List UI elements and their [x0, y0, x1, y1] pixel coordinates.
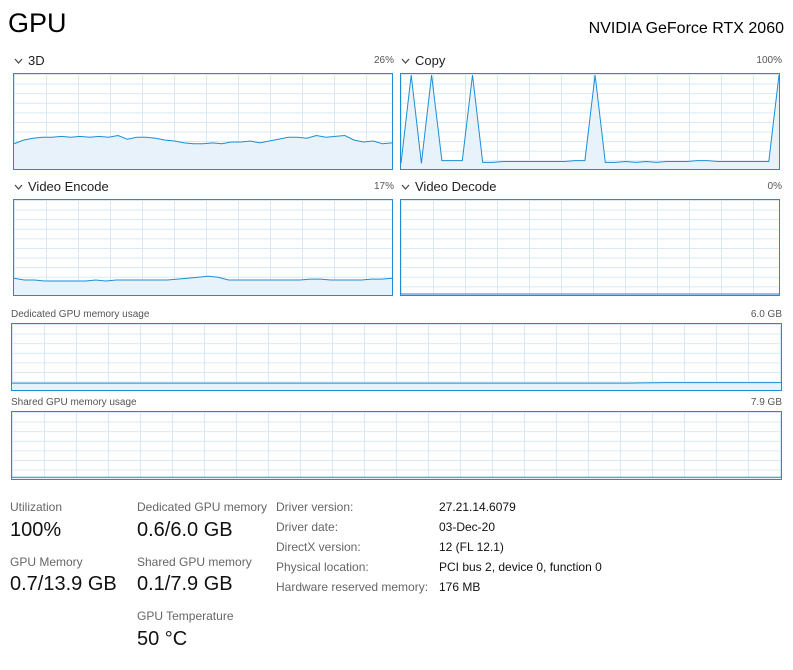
- engine-percent: 26%: [373, 55, 394, 66]
- shared-memory-label: Shared GPU memory: [137, 555, 252, 569]
- utilization-label: Utilization: [10, 500, 63, 514]
- series-area: [14, 135, 392, 169]
- engine-label: Video Decode: [415, 179, 497, 194]
- utilization-value: 100%: [10, 519, 62, 541]
- driver-version-label: Driver version:: [276, 500, 354, 514]
- engine-selector-video-decode[interactable]: Video Decode: [401, 179, 496, 194]
- directx-version-label: DirectX version:: [276, 540, 361, 554]
- chevron-down-icon: [401, 58, 410, 64]
- dedicated-memory-graph-label: Dedicated GPU memory usage: [11, 309, 150, 320]
- page-title: GPU: [8, 8, 67, 38]
- graph-3d: [13, 73, 393, 170]
- graph-shared-memory: [11, 411, 782, 480]
- dedicated-memory-max: 6.0 GB: [750, 309, 782, 320]
- graph-copy: [400, 73, 780, 170]
- shared-memory-graph-label: Shared GPU memory usage: [11, 397, 137, 408]
- physical-location-label: Physical location:: [276, 560, 369, 574]
- engine-label: Copy: [415, 53, 446, 68]
- graph-plot: [12, 382, 781, 390]
- engine-selector-3d[interactable]: 3D: [14, 53, 45, 68]
- driver-date-label: Driver date:: [276, 520, 339, 534]
- series-area: [14, 276, 392, 295]
- gpu-memory-label: GPU Memory: [10, 555, 83, 569]
- gpu-temperature-value: 50 °C: [137, 628, 188, 650]
- graph-dedicated-memory: [11, 323, 782, 391]
- graph-plot: [14, 134, 392, 169]
- graph-plot: [12, 476, 781, 479]
- driver-date-value: 03-Dec-20: [439, 520, 496, 534]
- dedicated-memory-label: Dedicated GPU memory: [137, 500, 268, 514]
- directx-version-value: 12 (FL 12.1): [439, 540, 504, 554]
- gpu-temperature-label: GPU Temperature: [137, 609, 234, 623]
- graph-plot: [401, 293, 779, 295]
- physical-location-value: PCI bus 2, device 0, function 0: [439, 560, 602, 574]
- shared-memory-max: 7.9 GB: [750, 397, 782, 408]
- engine-percent: 17%: [373, 181, 394, 192]
- series-line: [12, 382, 781, 384]
- graph-video-encode: [13, 199, 393, 296]
- driver-version-value: 27.21.14.6079: [439, 500, 516, 514]
- engine-selector-video-encode[interactable]: Video Encode: [14, 179, 109, 194]
- graph-plot: [401, 74, 779, 169]
- engine-label: Video Encode: [28, 179, 109, 194]
- engine-percent: 100%: [756, 55, 782, 66]
- graph-video-decode: [400, 199, 780, 296]
- graph-plot: [14, 275, 392, 295]
- chevron-down-icon: [401, 184, 410, 190]
- dedicated-memory-value: 0.6/6.0 GB: [137, 519, 233, 541]
- gpu-memory-value: 0.7/13.9 GB: [10, 573, 117, 595]
- engine-label: 3D: [28, 53, 45, 68]
- chevron-down-icon: [14, 58, 23, 64]
- engine-percent: 0%: [767, 181, 782, 192]
- shared-memory-value: 0.1/7.9 GB: [137, 573, 233, 595]
- hardware-reserved-memory-label: Hardware reserved memory:: [276, 580, 429, 594]
- chevron-down-icon: [14, 184, 23, 190]
- gpu-model-name: NVIDIA GeForce RTX 2060: [588, 20, 784, 37]
- engine-selector-copy[interactable]: Copy: [401, 53, 445, 68]
- series-area: [12, 382, 781, 390]
- hardware-reserved-memory-value: 176 MB: [439, 580, 481, 594]
